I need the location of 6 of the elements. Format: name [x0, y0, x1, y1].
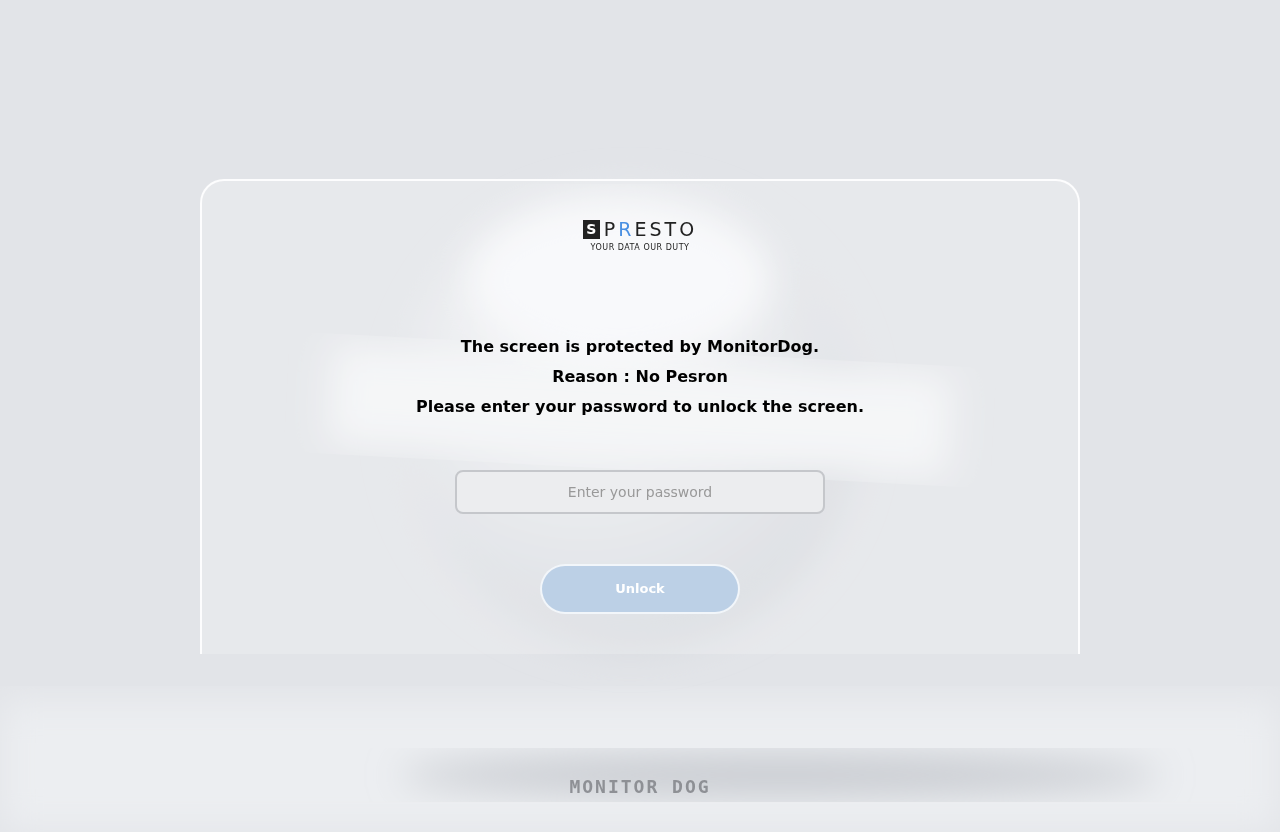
message-line: The screen is protected by MonitorDog. — [460, 336, 820, 358]
password-field[interactable]: Enter your password — [455, 470, 825, 514]
message-line: Please enter your password to unlock the screen. — [416, 396, 864, 418]
logo-tagline: YOUR DATA OUR DUTY — [590, 242, 690, 254]
message-line: Reason : No Pesron — [552, 366, 728, 388]
footer-logo: MONITOR DOG — [569, 775, 711, 799]
